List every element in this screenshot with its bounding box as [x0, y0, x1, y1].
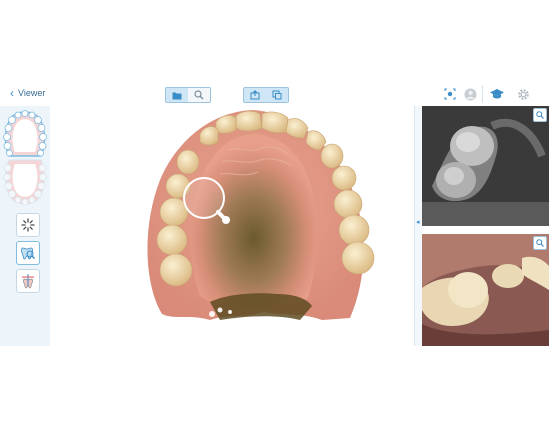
share-icon	[250, 90, 260, 100]
collapse-arrow-icon: ◂	[416, 219, 420, 226]
axis-tool-button[interactable]	[16, 269, 40, 293]
sparkle-tool-icon	[21, 218, 35, 232]
gear-icon	[517, 88, 529, 100]
viewer-app: ‹ Viewer ◂	[0, 82, 549, 346]
tooth-review-tool-icon	[21, 247, 35, 260]
top-toolbar: ‹ Viewer	[0, 82, 549, 107]
magnify-icon	[194, 90, 204, 100]
jaw-overview-map[interactable]	[1, 108, 49, 208]
image-review-panel	[422, 106, 549, 346]
snapshot-icon	[272, 90, 282, 100]
view-mode-toggle	[165, 87, 211, 103]
magnify-view-button[interactable]	[188, 88, 210, 102]
color-intraoral-image[interactable]	[422, 234, 549, 346]
share-button[interactable]	[244, 88, 266, 102]
left-tool-panel	[0, 106, 50, 346]
nir-image-view	[422, 106, 549, 226]
tooth-review-tool-button[interactable]	[16, 241, 40, 265]
upper-jaw-3d-scan[interactable]	[50, 106, 414, 346]
color-image-view	[422, 234, 549, 346]
learning-icon	[490, 89, 504, 99]
chevron-left-icon: ‹	[10, 86, 14, 100]
zoom-nir-button[interactable]	[533, 108, 547, 122]
zoom-color-button[interactable]	[533, 236, 547, 250]
action-toggle	[243, 87, 289, 103]
magnify-icon	[536, 239, 544, 247]
snapshot-button[interactable]	[266, 88, 288, 102]
learning-button[interactable]	[489, 87, 505, 101]
folder-view-button[interactable]	[166, 88, 188, 102]
settings-button[interactable]	[516, 87, 530, 101]
camera-icon	[444, 88, 456, 100]
sparkle-tool-button[interactable]	[16, 213, 40, 237]
axis-tool-icon	[22, 274, 34, 289]
camera-button[interactable]	[443, 87, 457, 101]
user-avatar-button[interactable]	[463, 87, 477, 101]
back-label: Viewer	[18, 88, 46, 98]
magnify-icon	[536, 111, 544, 119]
scan-viewport[interactable]	[50, 106, 414, 346]
user-avatar-icon	[464, 88, 476, 100]
thumbnail-separator	[422, 226, 549, 234]
toolbar-separator	[482, 85, 483, 103]
near-infrared-image[interactable]	[422, 106, 549, 226]
back-button[interactable]: ‹ Viewer	[10, 87, 45, 99]
folder-icon	[172, 92, 182, 99]
